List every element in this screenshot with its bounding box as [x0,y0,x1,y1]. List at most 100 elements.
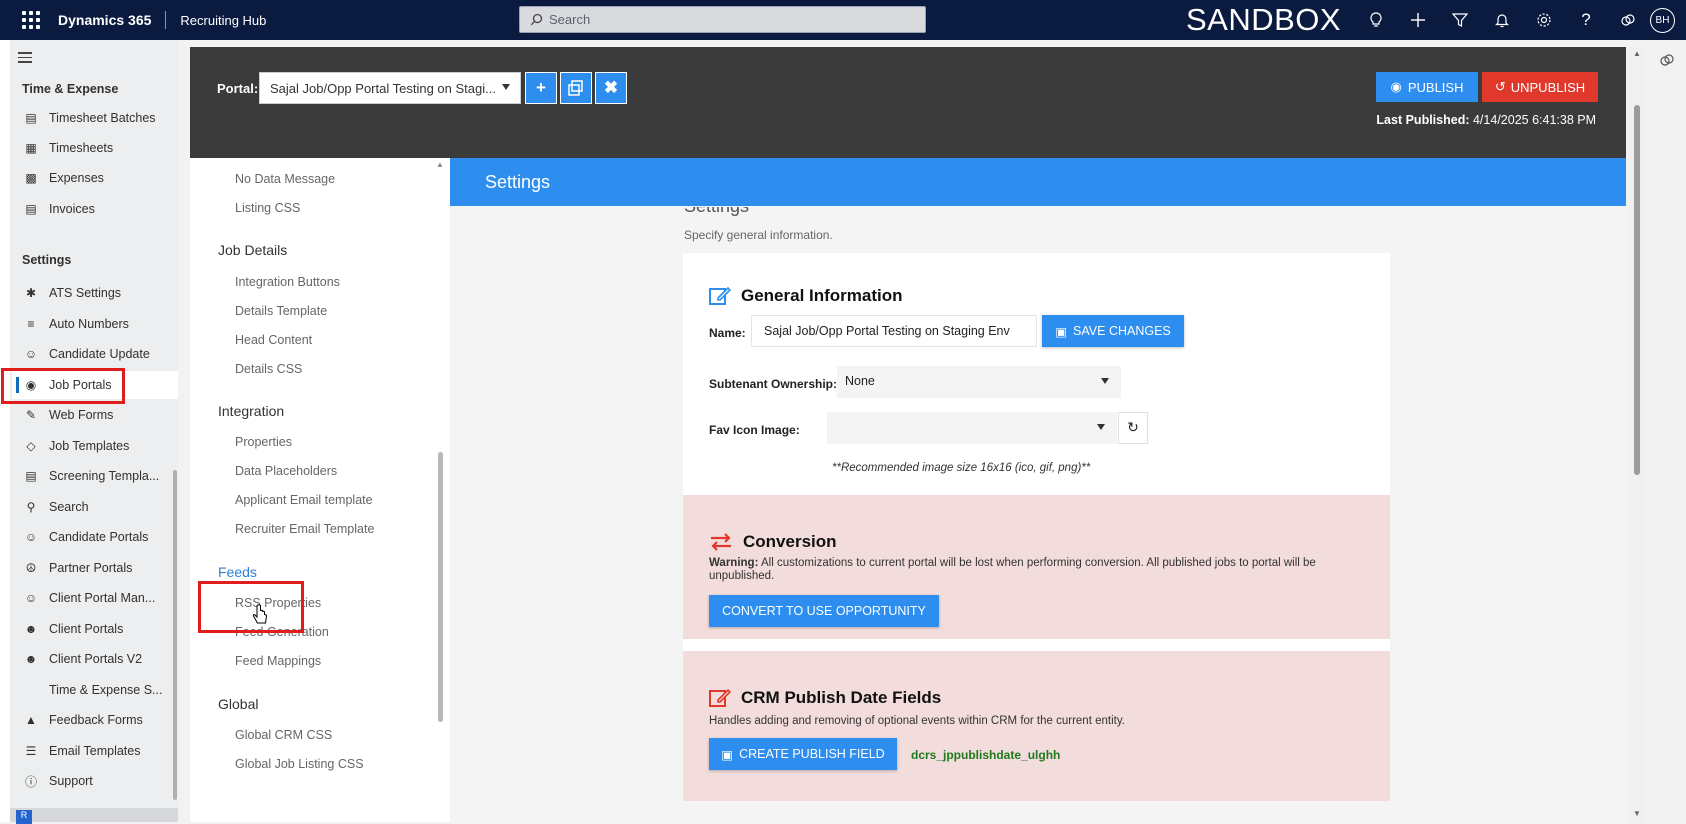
image-size-note: **Recommended image size 16x16 (ico, gif… [832,462,1091,474]
clipboard-icon: ▤ [25,469,37,483]
plus-icon[interactable] [1397,0,1439,40]
crm-publish-description: Handles adding and removing of optional … [709,715,1125,727]
area-switcher[interactable]: R [10,808,178,824]
subnav-item-recruiter-email-template[interactable]: Recruiter Email Template [235,522,374,536]
sidebar-scrollbar[interactable] [173,470,177,800]
sidebar-item-candidate-portals[interactable]: ☺ Candidate Portals [12,523,178,551]
copy-icon [568,80,583,96]
subnav-item-no-data-message[interactable]: No Data Message [235,172,335,186]
sidebar-item-timesheets[interactable]: ▦ Timesheets [12,134,178,162]
subnav-item-details-template[interactable]: Details Template [235,304,327,318]
sidebar-item-screening-templates[interactable]: ▤ Screening Templa... [12,462,178,490]
copilot-icon[interactable] [1607,0,1649,40]
portal-editor: Portal: Sajal Job/Opp Portal Testing on … [190,47,1626,822]
avatar[interactable]: BH [1650,8,1675,33]
subnav-scrollbar[interactable] [438,452,443,722]
name-field[interactable]: Sajal Job/Opp Portal Testing on Staging … [751,315,1037,347]
settings-subnav: No Data Message Listing CSS Job Details … [190,158,450,822]
unpublish-button[interactable]: ↺ UNPUBLISH [1482,72,1598,102]
subnav-item-global-crm-css[interactable]: Global CRM CSS [235,728,332,742]
sidebar-item-expenses[interactable]: ▩ Expenses [12,164,178,192]
sidebar-item-client-portals[interactable]: ☻ Client Portals [12,615,178,643]
sidebar-item-ats-settings[interactable]: ✱ ATS Settings [12,279,178,307]
subnav-item-listing-css[interactable]: Listing CSS [235,201,300,215]
copilot-icon[interactable] [1659,52,1675,68]
sidebar-item-label: Web Forms [49,408,114,422]
subnav-heading-global: Global [218,696,259,712]
portal-select-value: Sajal Job/Opp Portal Testing on Stagi... [270,81,496,96]
save-changes-label: SAVE CHANGES [1073,324,1171,338]
sidebar-item-client-portal-management[interactable]: ☺ Client Portal Man... [12,584,178,612]
save-changes-button[interactable]: ▣ SAVE CHANGES [1042,315,1184,347]
sidebar-item-web-forms[interactable]: ✎ Web Forms [12,401,178,429]
name-label: Name: [709,326,746,340]
gear-icon[interactable] [1523,0,1565,40]
fav-icon-image-select[interactable] [827,412,1117,444]
lightbulb-icon[interactable] [1355,0,1397,40]
scroll-up-arrow-icon[interactable]: ▲ [436,160,444,169]
card-title: General Information [709,286,903,306]
sidebar-item-time-expense-settings[interactable]: Time & Expense S... [12,676,178,704]
subnav-item-global-job-listing-css[interactable]: Global Job Listing CSS [235,757,364,771]
subnav-item-integration-buttons[interactable]: Integration Buttons [235,275,340,289]
sidebar-item-label: Expenses [49,171,104,185]
create-publish-field-button[interactable]: ▣ CREATE PUBLISH FIELD [709,738,897,770]
refresh-button[interactable]: ↻ [1118,412,1148,444]
product-name[interactable]: Dynamics 365 [58,12,151,28]
convert-to-opportunity-button[interactable]: CONVERT TO USE OPPORTUNITY [709,595,939,627]
subnav-item-head-content[interactable]: Head Content [235,333,312,347]
floppy-disk-icon: ▣ [721,747,734,762]
main-scrollbar[interactable]: ▲ ▼ [1630,47,1644,822]
sidebar-item-invoices[interactable]: ▤ Invoices [12,195,178,223]
subnav-item-rss-properties[interactable]: RSS Properties [235,596,321,610]
scroll-up-arrow-icon[interactable]: ▲ [1633,49,1641,58]
card-title: Conversion [709,532,837,552]
floppy-disk-icon: ▣ [1055,324,1068,339]
conversion-title: Conversion [743,532,837,551]
timesheet-batches-icon: ▤ [25,111,37,125]
scroll-down-arrow-icon[interactable]: ▼ [1633,809,1641,818]
subnav-item-feed-generation[interactable]: Feed Generation [235,625,329,639]
sidebar-item-search[interactable]: ⚲ Search [12,493,178,521]
publish-button[interactable]: ◉ PUBLISH [1376,72,1478,102]
side-pane-rail [1646,40,1686,822]
app-launcher-icon[interactable] [20,9,42,31]
card-spacer [683,639,1390,651]
global-search-input[interactable]: Search [519,6,926,33]
sidebar-item-job-templates[interactable]: ◇ Job Templates [12,432,178,460]
sidebar-item-client-portals-v2[interactable]: ☻ Client Portals V2 [12,645,178,673]
subnav-link-feeds[interactable]: Feeds [218,564,257,580]
sidebar-item-job-portals[interactable]: ◉ Job Portals [12,371,178,399]
delete-portal-button[interactable]: ✖ [595,72,627,104]
crm-publish-date-fields-card: CRM Publish Date Fields Handles adding a… [683,651,1390,801]
sidebar-item-auto-numbers[interactable]: ≡ Auto Numbers [12,310,178,338]
subnav-item-feed-mappings[interactable]: Feed Mappings [235,654,321,668]
subnav-item-properties[interactable]: Properties [235,435,292,449]
sidebar-item-timesheet-batches[interactable]: ▤ Timesheet Batches [12,104,178,132]
timesheets-icon: ▦ [25,141,37,155]
hamburger-icon[interactable] [18,52,32,66]
sidebar-item-partner-portals[interactable]: ☮ Partner Portals [12,554,178,582]
sidebar-item-feedback-forms[interactable]: ▲ Feedback Forms [12,706,178,734]
sidebar-item-support[interactable]: ⓘ Support [12,767,178,795]
sidebar-item-email-templates[interactable]: ☰ Email Templates [12,737,178,765]
subnav-heading-job-details: Job Details [218,242,288,258]
portal-select[interactable]: Sajal Job/Opp Portal Testing on Stagi... [259,72,521,104]
group-icon: ☮ [25,561,37,575]
help-icon[interactable]: ? [1565,0,1607,40]
copy-portal-button[interactable] [560,72,592,104]
subnav-item-details-css[interactable]: Details CSS [235,362,302,376]
filter-icon[interactable] [1439,0,1481,40]
subtenant-ownership-select[interactable]: None [837,366,1121,398]
sidebar-item-label: Auto Numbers [49,317,129,331]
add-portal-button[interactable]: + [525,72,557,104]
subnav-item-applicant-email-template[interactable]: Applicant Email template [235,493,373,507]
sidebar-item-candidate-update[interactable]: ☺ Candidate Update [12,340,178,368]
last-published-label: Last Published: [1376,113,1470,127]
app-name[interactable]: Recruiting Hub [180,13,266,28]
gear-icon: ✱ [25,286,37,300]
bell-icon[interactable] [1481,0,1523,40]
scrollbar-thumb[interactable] [1634,105,1640,475]
subnav-item-data-placeholders[interactable]: Data Placeholders [235,464,337,478]
expenses-icon: ▩ [25,171,37,185]
